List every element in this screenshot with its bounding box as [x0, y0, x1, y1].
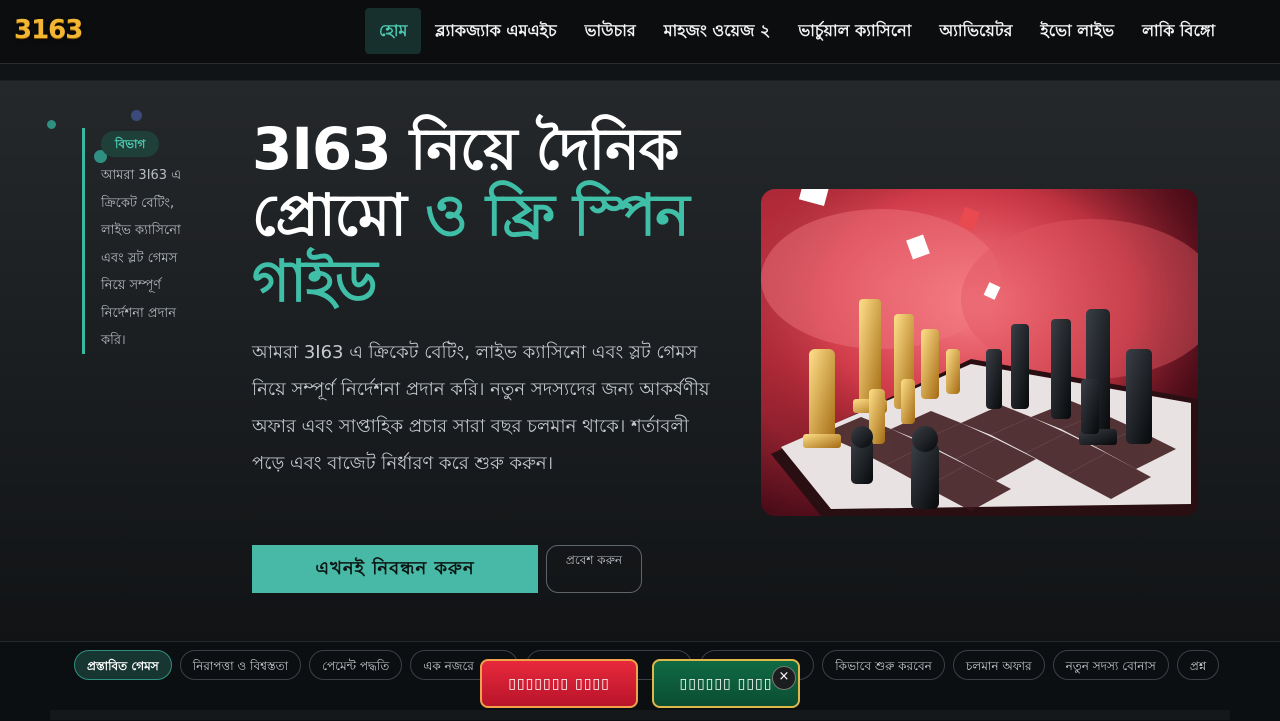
site-logo[interactable]: 3163: [14, 12, 83, 48]
tab-new-member-bonus[interactable]: নতুন সদস্য বোনাস: [1052, 650, 1169, 680]
nav-item-lucky-bingo[interactable]: লাকি বিঙ্গো: [1128, 8, 1229, 54]
hero-title: 3I63 নিয়ে দৈনিক প্রোমো ও ফ্রি স্পিন গাই…: [252, 116, 732, 314]
tab-current-offers[interactable]: চলমান অফার: [952, 650, 1045, 680]
hero-chess-image: [761, 189, 1198, 516]
top-nav-bar: 3163 হোম ব্ল্যাকজ্যাক এমএইচ ভাউচার মাহজং…: [0, 0, 1280, 64]
main-nav: হোম ব্ল্যাকজ্যাক এমএইচ ভাউচার মাহজং ওয়ে…: [365, 8, 1229, 54]
chess-illustration: [761, 189, 1198, 516]
nav-item-aviator[interactable]: অ্যাভিয়েটর: [925, 8, 1026, 54]
register-now-button[interactable]: এখনই নিবন্ধন করুন: [252, 545, 538, 593]
nav-item-virtual-casino[interactable]: ভার্চুয়াল ক্যাসিনো: [784, 8, 925, 54]
nav-item-blackjack[interactable]: ব্ল্যাকজ্যাক এমএইচ: [421, 8, 570, 54]
tab-security[interactable]: নিরাপত্তা ও বিশ্বস্ততা: [179, 650, 302, 680]
close-icon[interactable]: ×: [772, 666, 796, 690]
nav-divider-strip: [0, 64, 1280, 81]
nav-item-mahjong[interactable]: মাহজং ওয়েজ ২: [650, 8, 785, 54]
tab-faq[interactable]: প্রশ্ন: [1176, 650, 1220, 680]
nav-item-home[interactable]: হোম: [365, 8, 422, 54]
decor-dot: [131, 110, 142, 121]
sidebar-text: আমরা 3I63 এ ক্রিকেট বেটিং, লাইভ ক্যাসিনো…: [101, 168, 182, 348]
tab-payment-methods[interactable]: পেমেন্ট পদ্ধতি: [309, 650, 403, 680]
hero-description: আমরা 3I63 এ ক্রিকেট বেটিং, লাইভ ক্যাসিনো…: [252, 342, 710, 474]
category-badge: বিভাগ: [101, 131, 160, 157]
login-button[interactable]: প্রবেশ করুন: [546, 545, 642, 593]
bottom-bar: [50, 710, 1230, 720]
nav-item-voucher[interactable]: ভাউচার: [571, 8, 650, 54]
tab-recommended-games[interactable]: প্রস্তাবিত গেমস: [74, 650, 172, 680]
floating-register-button[interactable]: ▯▯▯▯▯▯▯ ▯▯▯▯: [480, 659, 638, 708]
tab-how-to-start[interactable]: কিভাবে শুরু করবেন: [822, 650, 945, 680]
decor-dot: [47, 120, 56, 129]
nav-item-evo-live[interactable]: ইভো লাইভ: [1026, 8, 1128, 54]
